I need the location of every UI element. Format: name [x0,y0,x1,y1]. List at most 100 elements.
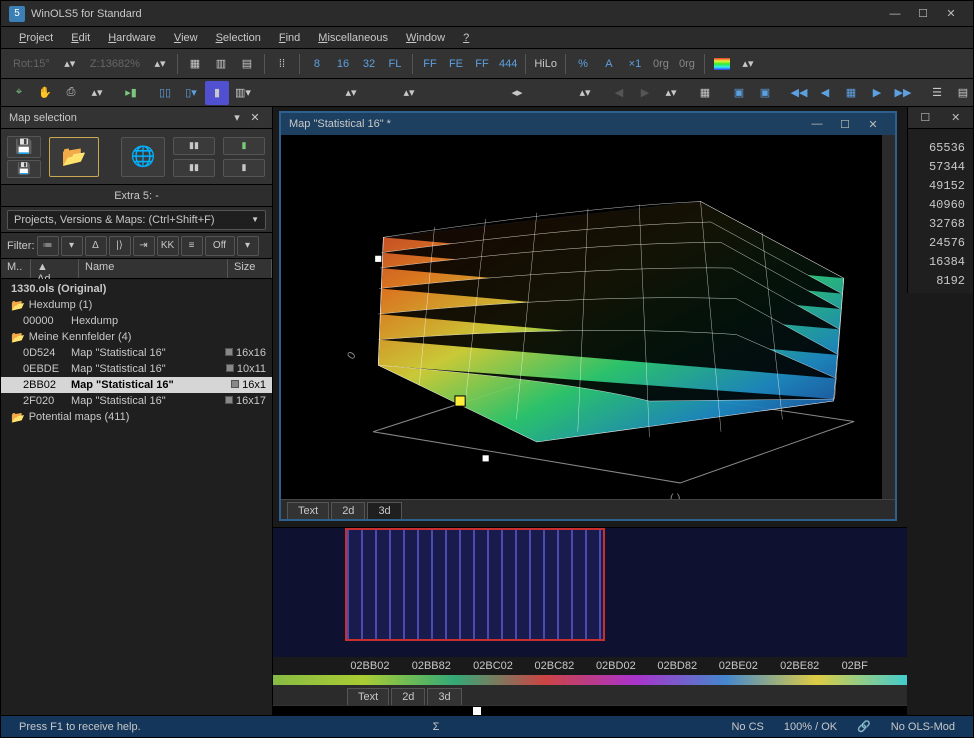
org2-button[interactable]: 0rg [675,52,699,76]
ff-button[interactable]: FF [418,52,442,76]
win2-icon[interactable]: ▣ [753,81,777,105]
selection-box[interactable] [345,528,605,641]
updown2[interactable]: ▴▾ [397,81,421,105]
mapwin-max[interactable]: ☐ [831,114,859,134]
tree-row[interactable]: 0D524Map "Statistical 16" 16x16 [1,345,272,361]
hand-icon[interactable]: ✋ [33,81,57,105]
map-window-titlebar[interactable]: Map "Statistical 16" * — ☐ ✕ [281,113,895,135]
filter-kk[interactable]: KK [157,236,179,256]
bars3-icon[interactable]: ▥▾ [231,81,255,105]
menu-selection[interactable]: Selection [208,30,269,46]
tree-row[interactable]: 00000Hexdump [1,313,272,329]
block-icon[interactable]: ▦ [839,81,863,105]
zoom-stepper[interactable]: ▴▾ [148,52,172,76]
menu-edit[interactable]: Edit [63,30,98,46]
grid-icon[interactable]: ▦ [183,52,207,76]
open-folder-icon[interactable]: 📂 [49,137,99,177]
menu-window[interactable]: Window [398,30,453,46]
filter-delta[interactable]: Δ [85,236,107,256]
menu-help[interactable]: ? [455,30,477,46]
print-icon[interactable]: ⎙ [59,81,83,105]
bit8-button[interactable]: 8 [305,52,329,76]
menu-find[interactable]: Find [271,30,308,46]
x1-button[interactable]: ×1 [623,52,647,76]
updown1[interactable]: ▴▾ [339,81,363,105]
ff2-button[interactable]: FF [470,52,494,76]
extra-bar[interactable]: Extra 5: - [1,185,272,207]
filter-off[interactable]: Off [205,236,235,256]
col-ad[interactable]: ▲ Ad... [31,259,79,278]
sm3-icon[interactable]: ▮ [223,137,265,155]
btab-2d[interactable]: 2d [391,688,425,705]
tab-2d[interactable]: 2d [331,502,365,519]
hilo-button[interactable]: HiLo [531,52,560,76]
map-tree[interactable]: 1330.ols (Original)📂Hexdump (1)00000Hexd… [1,279,272,715]
menu-view[interactable]: View [166,30,206,46]
filter-dd[interactable]: ▾ [237,236,259,256]
filter-list[interactable]: ≡ [181,236,203,256]
stepback-icon[interactable]: ◀ [813,81,837,105]
menu-project[interactable]: Project [11,30,61,46]
tree-row[interactable]: 2F020Map "Statistical 16" 16x17 [1,393,272,409]
sm4-icon[interactable]: ▮ [223,159,265,177]
sm1-icon[interactable]: ▮▮ [173,137,215,155]
org-button[interactable]: 0rg [649,52,673,76]
hex-overview[interactable] [273,527,907,657]
tree-row[interactable]: 📂Hexdump (1) [1,297,272,313]
stepfwd-icon[interactable]: ▶ [865,81,889,105]
dots-icon[interactable]: ⁞⁞ [270,52,294,76]
text-a-button[interactable]: A [597,52,621,76]
panel-icon[interactable]: ▮ [205,81,229,105]
col-size[interactable]: Size [228,259,272,278]
tree-row[interactable]: 1330.ols (Original) [1,281,272,297]
save-all-icon[interactable]: 💾 [7,160,41,178]
btab-text[interactable]: Text [347,688,389,705]
filter-arrow[interactable]: ⇥ [133,236,155,256]
filter-bars[interactable]: |⟩ [109,236,131,256]
bars2-icon[interactable]: ▤ [235,52,259,76]
globe-icon[interactable]: 🌐 [121,137,165,177]
list-icon[interactable]: ☰ [925,81,949,105]
panel-menu-icon[interactable]: ▾ [228,110,246,126]
minimize-button[interactable]: — [881,4,909,24]
grad-stepper[interactable]: ▴▾ [736,52,760,76]
rstrip-close[interactable]: ✕ [945,108,968,128]
col-m[interactable]: M.. [1,259,31,278]
fe-button[interactable]: FE [444,52,468,76]
maximize-button[interactable]: ☐ [909,4,937,24]
save-icon[interactable]: 💾 [7,136,41,158]
tool-stepper[interactable]: ▴▾ [85,81,109,105]
mapwin-close[interactable]: ✕ [859,114,887,134]
tree-row[interactable]: 📂Meine Kennfelder (4) [1,329,272,345]
leftright1[interactable]: ◂▸ [505,81,529,105]
nav-prev[interactable]: ◀ [607,81,631,105]
tree-row[interactable]: 2BB02Map "Statistical 16" 16x1 [1,377,272,393]
filter-btn2[interactable]: ▾ [61,236,83,256]
updown3[interactable]: ▴▾ [573,81,597,105]
surface-3d-view[interactable]: ( ) 0 [281,135,895,499]
bit16-button[interactable]: 16 [331,52,355,76]
mapwin-min[interactable]: — [803,114,831,134]
close-button[interactable]: ✕ [937,4,965,24]
target-icon[interactable]: ⌖ [7,81,31,105]
btab-3d[interactable]: 3d [427,688,461,705]
tree-row[interactable]: 0EBDEMap "Statistical 16" 10x11 [1,361,272,377]
gradient-icon[interactable] [710,52,734,76]
doc1-icon[interactable]: ▤ [951,81,974,105]
rewind-icon[interactable]: ◀◀ [787,81,811,105]
projects-combo[interactable]: Projects, Versions & Maps: (Ctrl+Shift+F… [7,210,266,230]
play-icon[interactable]: ▸▮ [119,81,143,105]
rstrip-max[interactable]: ☐ [914,108,937,128]
chip-icon[interactable]: ▦ [693,81,717,105]
filter-btn1[interactable]: ≔ [37,236,59,256]
surface-vscroll[interactable] [881,135,895,499]
layout2-icon[interactable]: ▯▾ [179,81,203,105]
nav-next[interactable]: ▶ [633,81,657,105]
bars-icon[interactable]: ▥ [209,52,233,76]
fl-button[interactable]: FL [383,52,407,76]
panel-close-icon[interactable]: ✕ [246,110,264,126]
sm2-icon[interactable]: ▮▮ [173,159,215,177]
rot-stepper[interactable]: ▴▾ [58,52,82,76]
forward-icon[interactable]: ▶▶ [891,81,915,105]
col-name[interactable]: Name [79,259,228,278]
